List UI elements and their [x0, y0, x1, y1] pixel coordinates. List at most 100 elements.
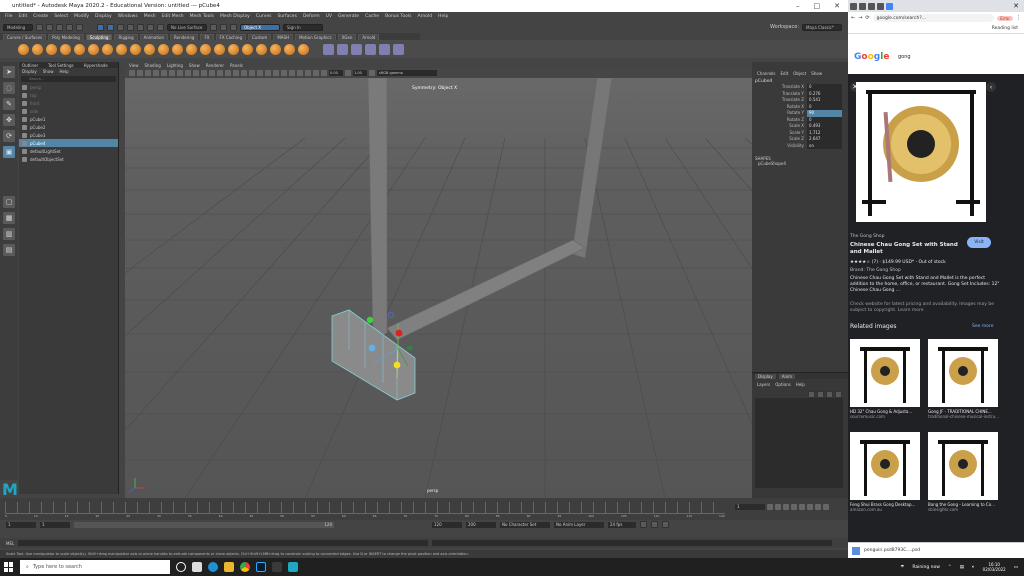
wireframe-icon[interactable] [209, 70, 215, 76]
reload-icon[interactable]: ⟳ [865, 15, 869, 21]
viewport-menu[interactable]: Show [189, 63, 200, 68]
move-tool-icon[interactable]: ✥ [3, 114, 15, 126]
deformer-icon[interactable] [393, 43, 404, 55]
anim-layer-menu[interactable]: No Anim Layer [554, 521, 604, 528]
view-transform-icon[interactable] [369, 70, 375, 76]
viewport-menu[interactable]: View [129, 63, 139, 68]
shelf-tab-motion-graphics[interactable]: Motion Graphics [295, 33, 336, 40]
snap-curve-icon[interactable] [137, 23, 144, 31]
image-plane-icon[interactable] [145, 70, 151, 76]
shelf-tab-arnold[interactable]: Arnold [358, 33, 380, 40]
film-gate-icon[interactable] [161, 70, 167, 76]
menu-edit[interactable]: Edit [19, 14, 28, 19]
weather-text[interactable]: Raining now [912, 565, 940, 570]
redo-icon[interactable] [76, 23, 83, 31]
outliner-item[interactable]: pCube2 [19, 123, 118, 131]
windows-start-icon[interactable] [4, 562, 14, 572]
minimize-icon[interactable]: – [796, 2, 800, 10]
thumbnail-caption[interactable]: Feng Shui Brass Gong Desktop... amazon.co… [850, 502, 926, 512]
motion-blur-icon[interactable] [265, 70, 271, 76]
move-layer-down-icon[interactable] [817, 391, 824, 398]
layer-menu[interactable]: Options [775, 382, 790, 387]
sign-in-button[interactable]: Sign In [283, 23, 323, 31]
outliner-tab[interactable]: Outliner [22, 63, 38, 68]
depth-of-field-icon[interactable] [281, 70, 287, 76]
mode-menu[interactable]: Modeling [3, 23, 33, 31]
smear-tool-icon[interactable] [214, 43, 225, 55]
reading-list-link[interactable]: Reading list [992, 26, 1018, 31]
workspace-menu[interactable]: Maya Classic* [802, 23, 842, 31]
scale-uniform-handle[interactable] [393, 361, 401, 369]
undo-icon[interactable] [66, 23, 73, 31]
scale-plane-handle[interactable] [407, 346, 413, 350]
outliner-menu[interactable]: Help [60, 69, 69, 74]
tab-favicon-icon[interactable] [850, 2, 857, 10]
related-thumbnail[interactable] [850, 339, 920, 407]
spray-tool-icon[interactable] [116, 43, 127, 55]
preferences-icon[interactable] [662, 521, 669, 528]
open-scene-icon[interactable] [46, 23, 53, 31]
select-component-icon[interactable] [117, 23, 124, 31]
task-view-icon[interactable] [176, 562, 186, 572]
tab-favicon-icon[interactable] [859, 2, 866, 10]
scale-center-handle[interactable] [395, 329, 403, 337]
start-time-field[interactable]: 1 [6, 521, 36, 528]
grid-toggle-icon[interactable] [153, 70, 159, 76]
end-time-field[interactable]: 200 [466, 521, 496, 528]
live-surface-field[interactable]: No Live Surface [167, 23, 207, 31]
related-thumbnail[interactable] [850, 432, 920, 500]
outliner-tab[interactable]: Tool Settings [48, 63, 73, 68]
xray-active-icon[interactable] [313, 70, 319, 76]
menu-display[interactable]: Display [95, 14, 112, 19]
menu-uv[interactable]: UV [326, 14, 332, 19]
xray-joints-icon[interactable] [305, 70, 311, 76]
shelf-tab-rigging[interactable]: Rigging [114, 33, 138, 40]
new-layer-selected-icon[interactable] [835, 391, 842, 398]
shelf-tab-curves-surfaces[interactable]: Curves / Surfaces [3, 33, 47, 40]
menu-arnold[interactable]: Arnold [417, 14, 432, 19]
outliner-menu[interactable]: Display [22, 69, 37, 74]
time-slider[interactable]: 5 10 15 20 25 30 35 40 45 50 55 60 65 70 75 80 85 90 95 100… [0, 498, 848, 520]
app-icon[interactable] [272, 562, 282, 572]
tab-favicon-icon[interactable] [877, 2, 884, 10]
bookmark-icon[interactable] [137, 70, 143, 76]
shelf-tab-animation[interactable]: Animation [139, 33, 169, 40]
scale-tool-icon[interactable]: ▣ [3, 146, 15, 158]
viewport-menu[interactable]: Renderer [206, 63, 224, 68]
wax-tool-icon[interactable] [158, 43, 169, 55]
amplify-tool-icon[interactable] [242, 43, 253, 55]
menu-mesh-tools[interactable]: Mesh Tools [190, 14, 214, 19]
address-input[interactable]: google.com/search?... [872, 14, 995, 22]
lasso-tool-icon[interactable]: ◌ [3, 82, 15, 94]
shelf-tab-poly-modeling[interactable]: Poly Modeling [48, 33, 84, 40]
play-forwards-icon[interactable] [799, 503, 805, 510]
layer-menu[interactable]: Layers [757, 382, 770, 387]
shadows-icon[interactable] [249, 70, 255, 76]
outliner-item[interactable]: pCube1 [19, 115, 118, 123]
unmask-tool-icon[interactable] [298, 43, 309, 55]
blendshape-icon[interactable] [379, 43, 390, 55]
wireframe-on-shaded-icon[interactable] [225, 70, 231, 76]
photoshop-icon[interactable] [256, 562, 266, 572]
taskbar-search-input[interactable]: ⌕ Type here to search [20, 560, 170, 574]
exposure-icon[interactable] [321, 70, 327, 76]
safe-action-icon[interactable] [193, 70, 199, 76]
channel-row[interactable]: Visibility on [752, 142, 848, 149]
outliner-item[interactable]: defaultObjectSet [19, 155, 118, 163]
close-window-icon[interactable]: ✕ [1013, 2, 1024, 10]
loop-icon[interactable] [640, 521, 647, 528]
menu-edit-mesh[interactable]: Edit Mesh [162, 14, 184, 19]
sculpt-settings-icon[interactable] [323, 43, 334, 55]
mel-label[interactable]: MEL [6, 541, 14, 546]
resolution-gate-icon[interactable] [169, 70, 175, 76]
scale-z-handle[interactable] [387, 311, 395, 319]
outliner-item[interactable]: pCube3 [19, 131, 118, 139]
timeline-ticks[interactable] [5, 502, 725, 514]
menu-deform[interactable]: Deform [303, 14, 320, 19]
isolate-select-icon[interactable] [289, 70, 295, 76]
symmetry-field[interactable]: Object X [240, 23, 280, 31]
color-space-select[interactable]: sRGB gamma [377, 70, 437, 76]
snap-grid-icon[interactable] [127, 23, 134, 31]
camera-attributes-icon[interactable] [129, 70, 135, 76]
gamma-field[interactable]: 1.00 [353, 70, 367, 76]
